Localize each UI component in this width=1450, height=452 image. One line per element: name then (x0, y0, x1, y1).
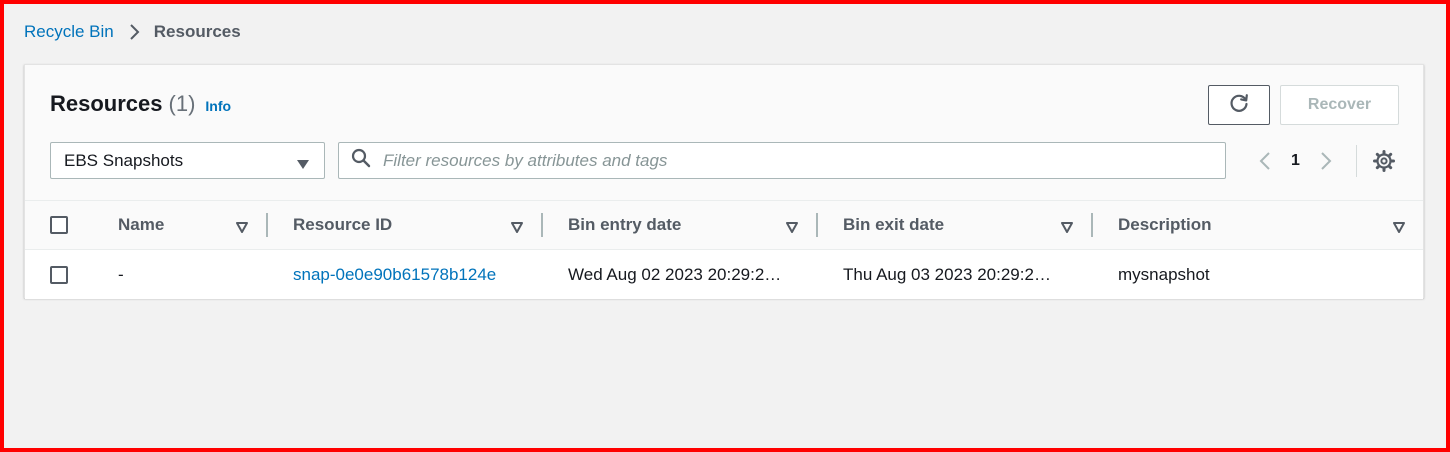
column-label: Description (1118, 215, 1212, 234)
gear-icon (1372, 150, 1395, 172)
cell-bin-entry-date: Wed Aug 02 2023 20:29:2… (568, 264, 782, 284)
cell-bin-exit-date: Thu Aug 03 2023 20:29:2… (843, 264, 1051, 284)
panel-title: Resources (50, 91, 163, 116)
sort-icon (1393, 218, 1405, 238)
filter-input[interactable] (381, 149, 1181, 172)
previous-page-button[interactable] (1253, 145, 1277, 177)
column-header-bin-exit-date[interactable]: Bin exit date (818, 201, 1093, 249)
breadcrumb-recycle-bin-link[interactable]: Recycle Bin (24, 22, 114, 42)
resource-type-select[interactable]: EBS Snapshots (50, 142, 325, 179)
resources-table: Name Resource ID Bin entry date Bin exit… (25, 200, 1423, 299)
next-page-button[interactable] (1314, 145, 1338, 177)
refresh-icon (1228, 92, 1250, 119)
resources-panel: Resources (1) Info Recover EBS Snapshots (24, 64, 1424, 299)
sort-icon (511, 218, 523, 238)
cell-description: mysnapshot (1118, 264, 1210, 284)
caret-down-icon (296, 155, 310, 175)
column-header-description[interactable]: Description (1093, 201, 1423, 249)
pagination-divider (1355, 145, 1357, 177)
row-checkbox[interactable] (50, 265, 68, 284)
column-header-bin-entry-date[interactable]: Bin entry date (543, 201, 818, 249)
column-header-name[interactable]: Name (93, 201, 268, 249)
table-row[interactable]: - snap-0e0e90b61578b124e Wed Aug 02 2023… (25, 249, 1423, 299)
chevron-left-icon (1259, 152, 1270, 170)
cell-name: - (118, 264, 124, 284)
chevron-right-icon (1321, 152, 1332, 170)
preferences-button[interactable] (1371, 145, 1397, 177)
breadcrumb: Recycle Bin Resources (24, 22, 241, 42)
filter-box (338, 142, 1226, 179)
row-select-cell (25, 250, 93, 299)
info-link[interactable]: Info (205, 98, 231, 114)
select-all-cell (25, 201, 93, 249)
column-label: Name (118, 215, 165, 234)
sort-icon (786, 218, 798, 238)
pagination: 1 (1253, 145, 1397, 177)
breadcrumb-current: Resources (153, 22, 241, 41)
sort-icon (1061, 218, 1073, 238)
chevron-right-icon (128, 23, 140, 41)
column-label: Bin entry date (568, 215, 682, 234)
resource-type-value: EBS Snapshots (64, 150, 184, 170)
refresh-button[interactable] (1208, 85, 1270, 125)
current-page-number[interactable]: 1 (1291, 152, 1300, 170)
column-label: Resource ID (293, 215, 393, 234)
cell-resource-id: snap-0e0e90b61578b124e (268, 250, 543, 299)
column-label: Bin exit date (843, 215, 945, 234)
recover-button[interactable]: Recover (1280, 85, 1399, 125)
resource-id-link[interactable]: snap-0e0e90b61578b124e (293, 265, 496, 285)
panel-header: Resources (1) Info (50, 91, 231, 117)
column-header-resource-id[interactable]: Resource ID (268, 201, 543, 249)
select-all-checkbox[interactable] (50, 216, 68, 234)
table-header-row: Name Resource ID Bin entry date Bin exit… (25, 200, 1423, 250)
resource-count: (1) (168, 91, 196, 116)
search-icon (351, 148, 371, 173)
sort-icon (236, 218, 248, 238)
